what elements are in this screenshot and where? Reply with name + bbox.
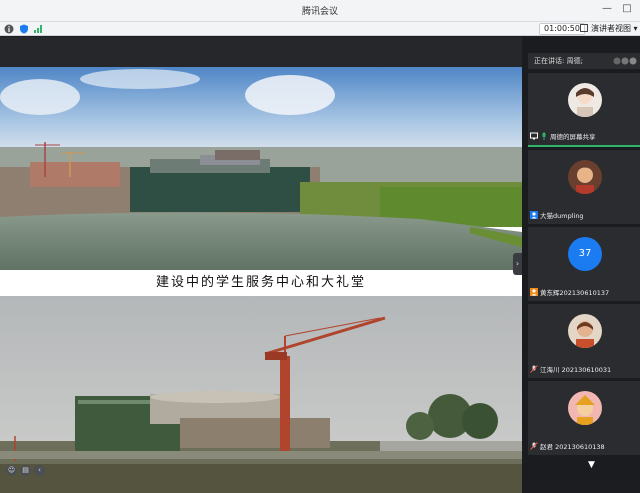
chat-icon[interactable]: ▤ [20, 465, 31, 476]
user-icon [530, 288, 538, 296]
chevron-down-icon: ▾ [631, 24, 638, 33]
campus-aerial-photo [0, 67, 522, 270]
chevron-right-icon: › [515, 259, 520, 268]
participant-name: 江海川 2021306100​31 [540, 366, 612, 374]
signal-icon[interactable] [33, 24, 43, 34]
avatar [568, 391, 602, 425]
participant-panel: 正在讲话: 周德; 周德的屏幕共享 大猫dumpling 37 黄东辉20213… [522, 37, 640, 480]
participant-name: 赵君 2021306101​38 [540, 443, 605, 451]
minimize-button[interactable]: — [600, 3, 614, 14]
meeting-timer: 01:00:50 [539, 23, 585, 35]
participant-tile[interactable]: 37 黄东辉2021306101​37 [528, 227, 640, 301]
maximize-button[interactable]: □ [620, 3, 634, 14]
chevron-left-icon[interactable]: ‹ [34, 465, 45, 476]
participant-name: 大猫dumpling [540, 212, 584, 220]
view-switch-button[interactable]: 演讲者视图 ▾ [580, 23, 638, 35]
info-icon[interactable] [4, 24, 14, 34]
construction-site-photo [0, 296, 522, 493]
microphone-icon [542, 132, 546, 140]
meeting-toolbar: 01:00:50 演讲者视图 ▾ [0, 22, 640, 36]
speaking-indicator: 正在讲话: 周德; [528, 53, 640, 69]
participant-tile[interactable]: 大猫dumpling [528, 150, 640, 224]
shared-screen: 建设中的学生服务中心和大礼堂 › ☺ ▤ ‹ [0, 37, 522, 493]
window-title: 腾讯会议 [301, 7, 338, 17]
avatar [568, 314, 602, 348]
scroll-down-icon[interactable]: ▼ [588, 460, 595, 470]
view-label: 演讲者视图 [591, 24, 631, 33]
avatar [568, 160, 602, 194]
shield-icon[interactable] [19, 24, 29, 34]
muted-microphone-icon [530, 442, 538, 450]
waveform-icon [613, 57, 637, 65]
participant-name: 周德的屏幕共享 [550, 133, 596, 141]
grid-icon [580, 24, 588, 32]
title-bar: 腾讯会议 — □ [0, 0, 640, 22]
avatar [568, 83, 602, 117]
slide-caption: 建设中的学生服务中心和大礼堂 [0, 270, 522, 296]
emoji-icon[interactable]: ☺ [6, 465, 17, 476]
participant-tile[interactable]: 赵君 2021306101​38 [528, 381, 640, 455]
user-icon [530, 211, 538, 219]
muted-microphone-icon [530, 365, 538, 373]
participant-name: 黄东辉2021306101​37 [540, 289, 610, 297]
presentation-slide: 建设中的学生服务中心和大礼堂 [0, 67, 522, 493]
stage-controls: ☺ ▤ ‹ [6, 457, 48, 476]
screen-share-icon [530, 132, 538, 140]
participant-tile[interactable]: 周德的屏幕共享 [528, 73, 640, 147]
collapse-panel-tab[interactable]: › [513, 253, 522, 275]
avatar: 37 [568, 237, 602, 271]
participant-tile[interactable]: 江海川 2021306100​31 [528, 304, 640, 378]
speaking-label: 正在讲话: 周德; [534, 57, 583, 65]
